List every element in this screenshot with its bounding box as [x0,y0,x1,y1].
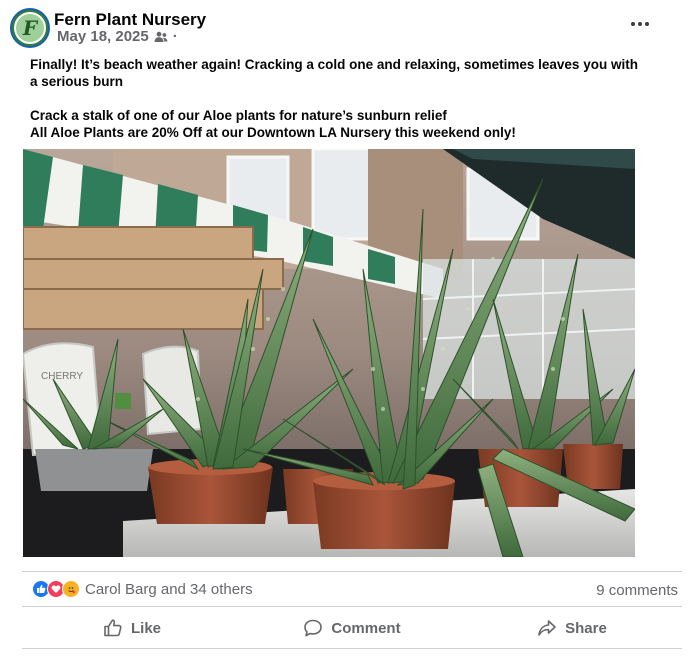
post-actions: Like Comment Share [22,611,682,645]
divider-middle [22,606,682,607]
post-line-1: Finally! It’s beach weather again! Crack… [30,57,638,72]
page-avatar[interactable]: F [10,8,50,48]
post-line-3: Crack a stalk of one of our Aloe plants … [30,108,447,123]
post-meta: May 18, 2025 · [57,28,178,45]
more-options-icon[interactable] [628,14,652,34]
post-photo[interactable]: CHERRY [23,149,635,557]
page-name[interactable]: Fern Plant Nursery [54,10,206,30]
friends-icon [154,31,168,42]
like-icon [104,619,122,637]
like-button[interactable]: Like [22,611,242,645]
meta-dot: · [172,28,178,45]
comment-button[interactable]: Comment [242,611,462,645]
post-header: F Fern Plant Nursery May 18, 2025 · [10,8,682,50]
divider-top [22,571,682,572]
like-label: Like [130,619,161,637]
share-button[interactable]: Share [462,611,682,645]
comments-count[interactable]: 9 comments [596,582,678,599]
plant-tag-text: CHERRY [41,371,83,382]
avatar-letter: F [14,12,46,44]
post-date[interactable]: May 18, 2025 [57,28,149,45]
post-line-2: a serious burn [30,74,124,89]
reactors-text[interactable]: Carol Barg and 34 others [85,581,253,598]
divider-bottom [22,648,682,649]
share-icon [538,620,556,636]
reaction-summary[interactable]: Carol Barg and 34 others [32,580,253,598]
post-line-4: All Aloe Plants are 20% Off at our Downt… [30,125,516,140]
comment-icon [304,619,323,637]
post-body: Finally! It’s beach weather again! Crack… [30,56,640,141]
comment-label: Comment [331,619,401,637]
share-label: Share [565,619,607,637]
care-icon [62,580,80,598]
